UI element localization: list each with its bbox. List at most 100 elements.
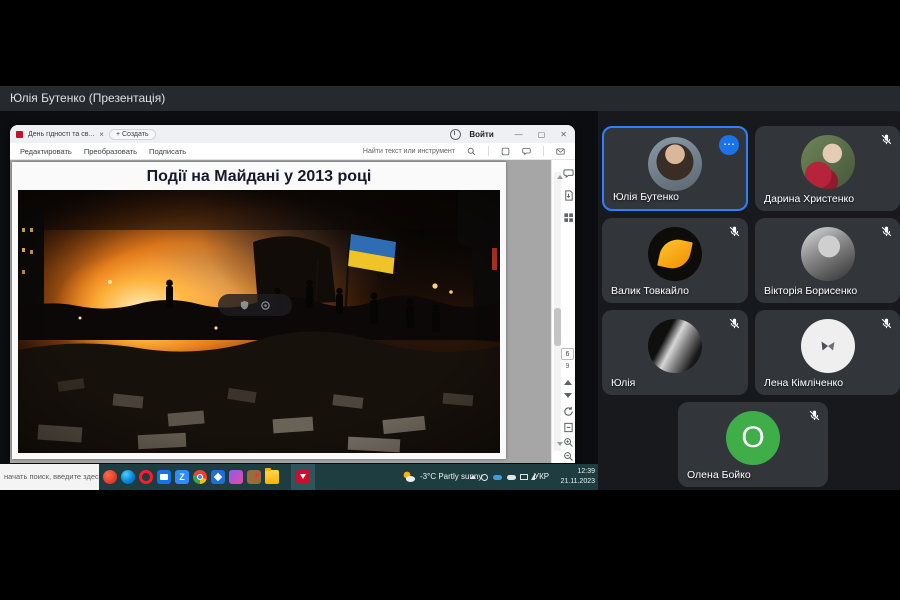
avatar — [801, 227, 855, 281]
mic-off-icon — [728, 225, 741, 238]
participant-name: Валик Товкайло — [611, 285, 689, 297]
document-tab[interactable]: День гідності та св... — [28, 131, 94, 138]
page-up-icon[interactable] — [564, 380, 572, 385]
clock-date: 21.11.2023 — [551, 477, 595, 487]
acrobat-icon — [296, 470, 310, 484]
participant-tile[interactable]: Дарина Христенко — [755, 126, 900, 211]
mic-off-icon — [808, 409, 821, 422]
taskbar-icon-edge[interactable] — [121, 470, 135, 484]
avatar — [648, 227, 702, 281]
taskbar-icon-stickers[interactable] — [247, 470, 261, 484]
meeting-main-area: День гідності та св... × + Создать Войти… — [0, 111, 900, 490]
maidan-photo-art — [18, 190, 500, 453]
participant-name: Юлія Бутенко — [613, 191, 679, 203]
ai-assistant-icon[interactable] — [501, 147, 510, 156]
battery-icon[interactable] — [520, 474, 528, 480]
weather-temp: -3°C — [420, 472, 436, 481]
rotate-icon[interactable] — [563, 406, 574, 417]
participant-tile[interactable]: О Олена Бойко — [678, 402, 828, 487]
pdf-menubar: Редактировать Преобразовать Подписать На… — [10, 143, 575, 160]
taskbar-icon-file-explorer[interactable] — [265, 470, 279, 484]
comment-icon[interactable] — [522, 147, 531, 156]
taskbar-icon-mail[interactable] — [157, 470, 171, 484]
share-icon[interactable] — [556, 147, 565, 156]
avatar: О — [726, 411, 780, 465]
presentation-slide: Події на Майдані у 2013 році — [12, 162, 506, 459]
page-number-input[interactable]: 6 — [561, 348, 574, 360]
butterfly-avatar-art — [820, 340, 836, 352]
taskbar-icon-chrome[interactable] — [193, 470, 207, 484]
camera-tray-icon[interactable] — [481, 474, 488, 481]
menu-convert[interactable]: Преобразовать — [84, 147, 137, 156]
participant-name: Дарина Христенко — [764, 193, 854, 205]
annotation-pill — [218, 294, 292, 316]
leaf-avatar-art — [657, 236, 693, 272]
comments-icon[interactable] — [563, 168, 574, 179]
clock-time: 12:39 — [551, 467, 595, 477]
camera-icon — [260, 300, 271, 311]
avatar — [648, 137, 702, 191]
participant-tile[interactable]: Вікторія Борисенко — [755, 218, 900, 303]
create-button[interactable]: + Создать — [109, 129, 156, 140]
taskbar-icon-opera[interactable] — [139, 470, 153, 484]
taskbar-search-input[interactable]: начать поиск, введите здесь запрос — [0, 464, 99, 490]
avatar — [648, 319, 702, 373]
mic-off-icon — [880, 317, 893, 330]
taskbar-clock[interactable]: 12:39 21.11.2023 — [551, 467, 595, 487]
avatar — [801, 135, 855, 189]
more-options-button[interactable]: ⋯ — [719, 135, 739, 155]
taskbar-icon-photos[interactable] — [211, 470, 225, 484]
avatar — [801, 319, 855, 373]
taskbar-icon-adobe-cc[interactable] — [103, 470, 117, 484]
shared-screen: День гідності та св... × + Создать Войти… — [0, 111, 598, 490]
participant-tile[interactable]: Валик Товкайло — [602, 218, 748, 303]
close-button[interactable]: ✕ — [560, 130, 567, 139]
participant-tile[interactable]: Лена Кімліченко — [755, 310, 900, 395]
page-total: 9 — [561, 363, 574, 370]
maximize-button[interactable]: ▢ — [538, 130, 546, 139]
organize-pages-icon[interactable] — [563, 212, 574, 223]
participant-name: Вікторія Борисенко — [764, 285, 857, 297]
export-pdf-icon[interactable] — [563, 190, 574, 201]
shield-icon — [239, 300, 250, 311]
participant-name: Юлія — [611, 377, 635, 389]
language-indicator[interactable]: УКР — [534, 464, 549, 490]
taskbar-icon-discord[interactable] — [229, 470, 243, 484]
slide-title: Події на Майдані у 2013 році — [12, 168, 506, 186]
pdf-tabbar: День гідності та св... × + Создать Войти… — [10, 125, 575, 143]
weather-icon — [402, 470, 416, 484]
pdf-app-window: День гідності та св... × + Создать Войти… — [10, 125, 575, 463]
scrollbar-thumb[interactable] — [554, 308, 561, 346]
scrollbar[interactable] — [554, 172, 561, 451]
participant-name: Лена Кімліченко — [764, 377, 843, 389]
mic-off-icon — [880, 133, 893, 146]
signin-button[interactable]: Войти — [469, 130, 493, 139]
menu-sign[interactable]: Подписать — [149, 147, 186, 156]
page-down-icon[interactable] — [564, 393, 572, 398]
presenter-title: Юлія Бутенко (Презентація) — [10, 91, 165, 105]
maidan-photo — [18, 190, 500, 453]
zoom-out-icon[interactable] — [563, 451, 574, 462]
pdf-content-area: Події на Майдані у 2013 році — [10, 160, 575, 463]
participant-name: Олена Бойко — [687, 469, 751, 481]
mic-off-icon — [728, 317, 741, 330]
windows-taskbar: начать поиск, введите здесь запрос Z -3°… — [0, 464, 598, 490]
history-icon[interactable] — [450, 129, 461, 140]
find-tool-input[interactable]: Найти текст или инструмент — [363, 148, 455, 155]
mic-off-icon — [880, 225, 893, 238]
fit-page-icon[interactable] — [563, 422, 574, 433]
meeting-app-window: Юлія Бутенко (Презентація) День гідності… — [0, 0, 900, 600]
participant-tile[interactable]: Юлія — [602, 310, 748, 395]
zoom-in-icon[interactable] — [563, 437, 574, 448]
onedrive-icon[interactable] — [493, 475, 502, 480]
participant-tile[interactable]: ⋯ Юлія Бутенко — [602, 126, 748, 211]
taskbar-icon-acrobat-active[interactable] — [291, 464, 315, 490]
search-icon[interactable] — [467, 147, 476, 156]
menu-edit[interactable]: Редактировать — [20, 147, 72, 156]
cloud-icon[interactable] — [507, 475, 516, 480]
pdf-tool-rail: 6 9 — [551, 160, 575, 463]
tab-close-icon[interactable]: × — [99, 130, 104, 139]
taskbar-icon-zoom[interactable]: Z — [175, 470, 189, 484]
minimize-button[interactable]: — — [515, 130, 523, 139]
chevron-up-icon[interactable] — [470, 475, 476, 479]
